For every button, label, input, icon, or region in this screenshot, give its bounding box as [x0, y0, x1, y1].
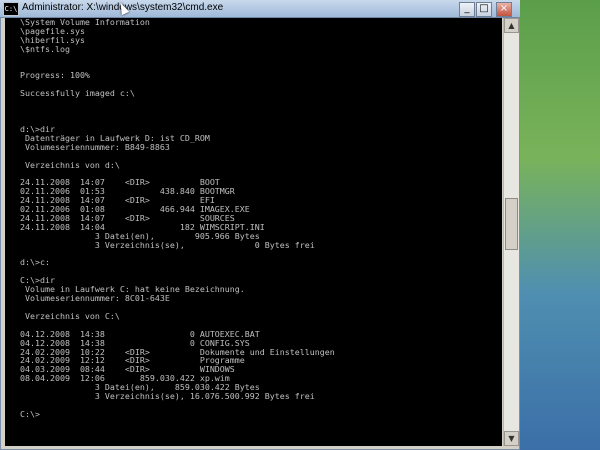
maximize-button[interactable]: □ [476, 2, 492, 17]
cmd-window[interactable]: C:\ Administrator: X:\windows\system32\c… [0, 0, 520, 450]
console-output[interactable]: \System Volume Information \pagefile.sys… [5, 18, 502, 446]
console-line: Successfully imaged c:\ [20, 88, 135, 99]
minimize-button[interactable]: _ [459, 2, 475, 17]
console-text: \System Volume Information \pagefile.sys… [5, 18, 502, 419]
console-line: Verzeichnis von C:\ [24, 310, 120, 321]
console-line: d:\>c: [20, 257, 50, 268]
close-button[interactable]: × [496, 2, 512, 17]
console-line: 3 Verzeichnis(se), 0 Bytes frei [94, 239, 315, 250]
console-line: Volumeseriennummer: B849-8863 [24, 141, 170, 152]
console-line: Volumeseriennummer: 8C01-643E [24, 293, 170, 304]
vertical-scrollbar[interactable]: ▲ ▼ [503, 18, 519, 446]
desktop-background [520, 0, 600, 450]
console-line: 3 Verzeichnis(se), 16.076.500.992 Bytes … [94, 391, 315, 402]
scroll-down-icon[interactable]: ▼ [504, 431, 519, 446]
scroll-up-icon[interactable]: ▲ [504, 18, 519, 33]
console-line: C:\> [20, 408, 40, 419]
console-line: \$ntfs.log [20, 43, 70, 54]
console-line: Progress: 100% [20, 70, 90, 81]
title-bar[interactable]: C:\ Administrator: X:\windows\system32\c… [0, 0, 520, 18]
scroll-thumb[interactable] [505, 198, 518, 250]
cmd-icon: C:\ [3, 2, 19, 16]
console-line: Verzeichnis von d:\ [24, 159, 120, 170]
